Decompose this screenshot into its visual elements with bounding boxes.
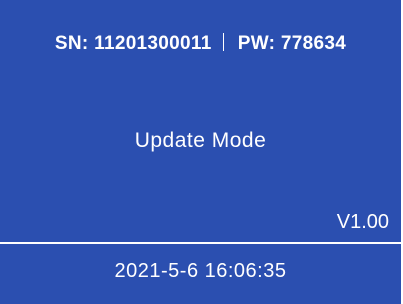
sn-value: 11201300011 bbox=[94, 33, 212, 54]
datetime-display: 2021-5-6 16:06:35 bbox=[114, 260, 287, 282]
version-label: V1.00 bbox=[336, 211, 389, 233]
device-screen: SN: 11201300011 PW: 778634 Update Mode V… bbox=[0, 0, 401, 304]
mode-text: Update Mode bbox=[134, 129, 267, 152]
pw-value: 778634 bbox=[280, 33, 347, 54]
footer-divider bbox=[0, 242, 401, 244]
sn-label: SN: bbox=[54, 33, 89, 54]
header-separator bbox=[223, 33, 225, 51]
pw-label: PW: bbox=[237, 33, 276, 54]
credentials-header: SN: 11201300011 PW: 778634 bbox=[0, 33, 401, 55]
